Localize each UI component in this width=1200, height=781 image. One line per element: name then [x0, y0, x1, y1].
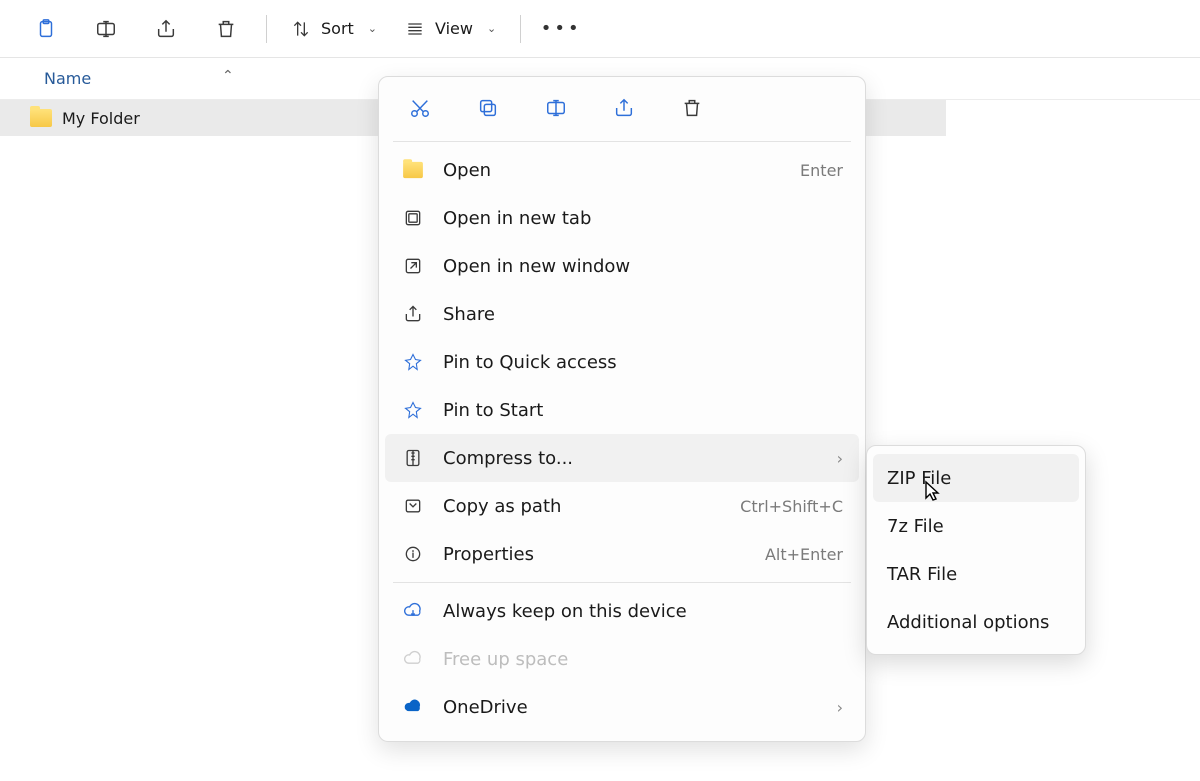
rename-button[interactable] — [539, 93, 573, 123]
menu-free-up-space: Free up space — [385, 635, 859, 683]
rename-button[interactable] — [78, 9, 134, 49]
chevron-down-icon: ⌄ — [368, 22, 377, 35]
submenu-label: ZIP File — [887, 468, 951, 489]
onedrive-icon — [401, 697, 425, 717]
menu-label: Pin to Quick access — [443, 352, 843, 373]
menu-properties[interactable]: Properties Alt+Enter — [385, 530, 859, 578]
menu-separator — [393, 582, 851, 583]
menu-label: Open in new window — [443, 256, 843, 277]
new-window-icon — [401, 256, 425, 276]
menu-copy-path[interactable]: Copy as path Ctrl+Shift+C — [385, 482, 859, 530]
menu-share[interactable]: Share — [385, 290, 859, 338]
menu-label: Copy as path — [443, 496, 722, 517]
menu-open-new-tab[interactable]: Open in new tab — [385, 194, 859, 242]
menu-label: Open — [443, 160, 782, 181]
sort-indicator-icon: ⌃ — [222, 68, 234, 84]
pin-icon — [401, 400, 425, 420]
menu-onedrive[interactable]: OneDrive › — [385, 683, 859, 731]
compress-submenu: ZIP File 7z File TAR File Additional opt… — [866, 445, 1086, 655]
menu-label: Share — [443, 304, 843, 325]
folder-open-icon — [401, 161, 425, 179]
copy-button[interactable] — [471, 93, 505, 123]
menu-open-new-window[interactable]: Open in new window — [385, 242, 859, 290]
menu-label: Free up space — [443, 649, 843, 670]
submenu-label: 7z File — [887, 516, 944, 537]
menu-label: Compress to... — [443, 448, 819, 469]
item-name: My Folder — [62, 109, 140, 128]
sort-label: Sort — [321, 19, 354, 38]
toolbar-separator — [266, 15, 267, 43]
submenu-7z[interactable]: 7z File — [873, 502, 1079, 550]
chevron-right-icon: › — [837, 449, 843, 468]
menu-compress[interactable]: Compress to... › — [385, 434, 859, 482]
delete-button[interactable] — [198, 9, 254, 49]
pin-icon — [401, 352, 425, 372]
menu-label: Pin to Start — [443, 400, 843, 421]
cloud-icon — [401, 649, 425, 669]
share-button[interactable] — [138, 9, 194, 49]
menu-shortcut: Alt+Enter — [765, 545, 843, 564]
properties-icon — [401, 544, 425, 564]
chevron-down-icon: ⌄ — [487, 22, 496, 35]
menu-label: Open in new tab — [443, 208, 843, 229]
copy-path-icon — [401, 496, 425, 516]
column-header-name-label: Name — [44, 69, 91, 88]
context-menu: Open Enter Open in new tab Open in new w… — [378, 76, 866, 742]
share-icon — [401, 304, 425, 324]
submenu-additional-options[interactable]: Additional options — [873, 598, 1079, 646]
menu-open[interactable]: Open Enter — [385, 146, 859, 194]
compress-icon — [401, 448, 425, 468]
menu-label: OneDrive — [443, 697, 819, 718]
folder-icon — [30, 109, 52, 127]
new-tab-icon — [401, 208, 425, 228]
sort-button[interactable]: Sort ⌄ — [279, 9, 389, 49]
menu-separator — [393, 141, 851, 142]
view-label: View — [435, 19, 473, 38]
command-bar: Sort ⌄ View ⌄ ••• — [0, 0, 1200, 58]
menu-shortcut: Ctrl+Shift+C — [740, 497, 843, 516]
submenu-zip[interactable]: ZIP File — [873, 454, 1079, 502]
submenu-label: TAR File — [887, 564, 957, 585]
submenu-label: Additional options — [887, 612, 1049, 633]
context-menu-quickactions — [385, 87, 859, 137]
view-button[interactable]: View ⌄ — [393, 9, 508, 49]
menu-label: Always keep on this device — [443, 601, 843, 622]
cut-button[interactable] — [403, 93, 437, 123]
more-button[interactable]: ••• — [533, 9, 589, 49]
menu-shortcut: Enter — [800, 161, 843, 180]
menu-pin-quick-access[interactable]: Pin to Quick access — [385, 338, 859, 386]
share-button[interactable] — [607, 93, 641, 123]
menu-pin-start[interactable]: Pin to Start — [385, 386, 859, 434]
toolbar-separator — [520, 15, 521, 43]
cloud-download-icon — [401, 601, 425, 621]
menu-always-keep[interactable]: Always keep on this device — [385, 587, 859, 635]
delete-button[interactable] — [675, 93, 709, 123]
submenu-tar[interactable]: TAR File — [873, 550, 1079, 598]
paste-button[interactable] — [18, 9, 74, 49]
menu-label: Properties — [443, 544, 747, 565]
chevron-right-icon: › — [837, 698, 843, 717]
